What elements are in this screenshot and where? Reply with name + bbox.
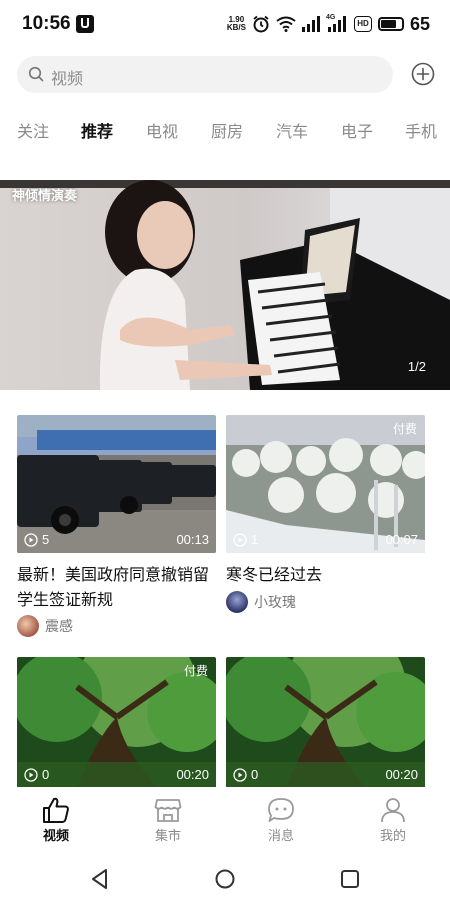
search-placeholder: 视频 [51, 71, 84, 88]
tab-electronics[interactable]: 电子 [341, 118, 373, 142]
app-notification-icon [76, 15, 94, 33]
tab-follow[interactable]: 关注 [17, 118, 49, 142]
view-count: 5 [24, 532, 49, 547]
paid-badge: 付费 [392, 422, 417, 436]
play-count-icon [24, 767, 38, 782]
avatar [226, 591, 248, 613]
banner-title: 神倾情演奏 [12, 188, 78, 203]
hd-icon: HD [353, 16, 372, 32]
net-speed-unit: KB/S [226, 23, 246, 32]
nav-video[interactable]: 视频 [21, 787, 91, 849]
chat-icon [268, 798, 294, 822]
video-duration: 00:07 [385, 532, 418, 547]
tab-recommended[interactable]: 推荐 [81, 118, 113, 142]
nav-label: 消息 [267, 828, 294, 843]
video-title[interactable]: 寒冬已经过去 [226, 563, 426, 588]
nav-label: 视频 [42, 828, 69, 843]
system-navigation-bar [0, 852, 450, 900]
battery-level: 65 [409, 13, 430, 34]
tab-phone[interactable]: 手机 [405, 118, 437, 142]
author-name: 震感 [45, 618, 73, 634]
nav-messages[interactable]: 消息 [246, 787, 316, 849]
nav-profile[interactable]: 我的 [358, 787, 428, 849]
category-tabs: 关注 推荐 电视 厨房 汽车 电子 手机 [0, 118, 450, 154]
status-time: 10:56 [22, 13, 71, 34]
author[interactable]: 震感 [17, 615, 73, 637]
status-bar: 10:56 1.90 KB/S 4G HD 65 [0, 0, 450, 50]
nav-market[interactable]: 集市 [133, 787, 203, 849]
status-indicators: 1.90 KB/S 4G HD 65 [227, 12, 430, 36]
recents-button[interactable] [340, 869, 360, 889]
view-count-value: 0 [42, 767, 50, 782]
paid-badge: 付费 [183, 664, 208, 678]
author-name: 小玫瑰 [254, 594, 296, 610]
person-icon [381, 798, 405, 823]
bottom-navigation: 视频 集市 消息 我的 [0, 787, 450, 852]
search-input[interactable]: 视频 [17, 56, 393, 93]
back-button[interactable] [90, 868, 110, 890]
wifi-icon [276, 16, 296, 32]
view-count: 1 [233, 532, 258, 547]
video-thumbnail[interactable]: 付费 0 00:20 [17, 657, 216, 788]
search-icon [28, 66, 44, 82]
nav-label: 集市 [154, 828, 181, 843]
avatar [17, 615, 39, 637]
view-count-value: 0 [251, 767, 259, 782]
banner-image [0, 180, 450, 390]
tab-kitchen[interactable]: 厨房 [211, 118, 243, 142]
tab-tv[interactable]: 电视 [146, 118, 178, 142]
video-duration: 00:20 [385, 767, 418, 782]
view-count-value: 5 [42, 532, 50, 547]
battery-icon [377, 17, 404, 31]
network-4g-signal: 4G [326, 14, 348, 32]
store-icon [154, 799, 182, 822]
play-count-icon [233, 532, 247, 547]
add-button[interactable] [411, 62, 435, 86]
tab-car[interactable]: 汽车 [276, 118, 308, 142]
view-count: 0 [24, 767, 49, 782]
video-duration: 00:13 [176, 532, 209, 547]
author[interactable]: 小玫瑰 [226, 591, 296, 613]
featured-banner[interactable]: 神倾情演奏 1/2 [0, 180, 450, 390]
thumbs-up-icon [43, 797, 69, 823]
home-button[interactable] [214, 868, 236, 890]
nav-label: 我的 [379, 828, 406, 843]
video-thumbnail[interactable]: 5 00:13 [17, 415, 216, 553]
alarm-icon [253, 15, 269, 33]
video-thumbnail[interactable]: 付费 1 00:07 [226, 415, 425, 553]
signal-4g-icon [327, 16, 346, 32]
video-thumbnail[interactable]: 0 00:20 [226, 657, 425, 788]
signal-icon [301, 16, 320, 32]
view-count: 0 [233, 767, 258, 782]
play-count-icon [24, 532, 38, 547]
view-count-value: 1 [251, 532, 259, 547]
video-title[interactable]: 最新！美国政府同意撤销留学生签证新规 [17, 563, 217, 613]
play-count-icon [233, 767, 247, 782]
net-speed: 1.90 KB/S [227, 16, 246, 32]
banner-page-indicator: 1/2 [407, 359, 426, 374]
video-duration: 00:20 [176, 767, 209, 782]
